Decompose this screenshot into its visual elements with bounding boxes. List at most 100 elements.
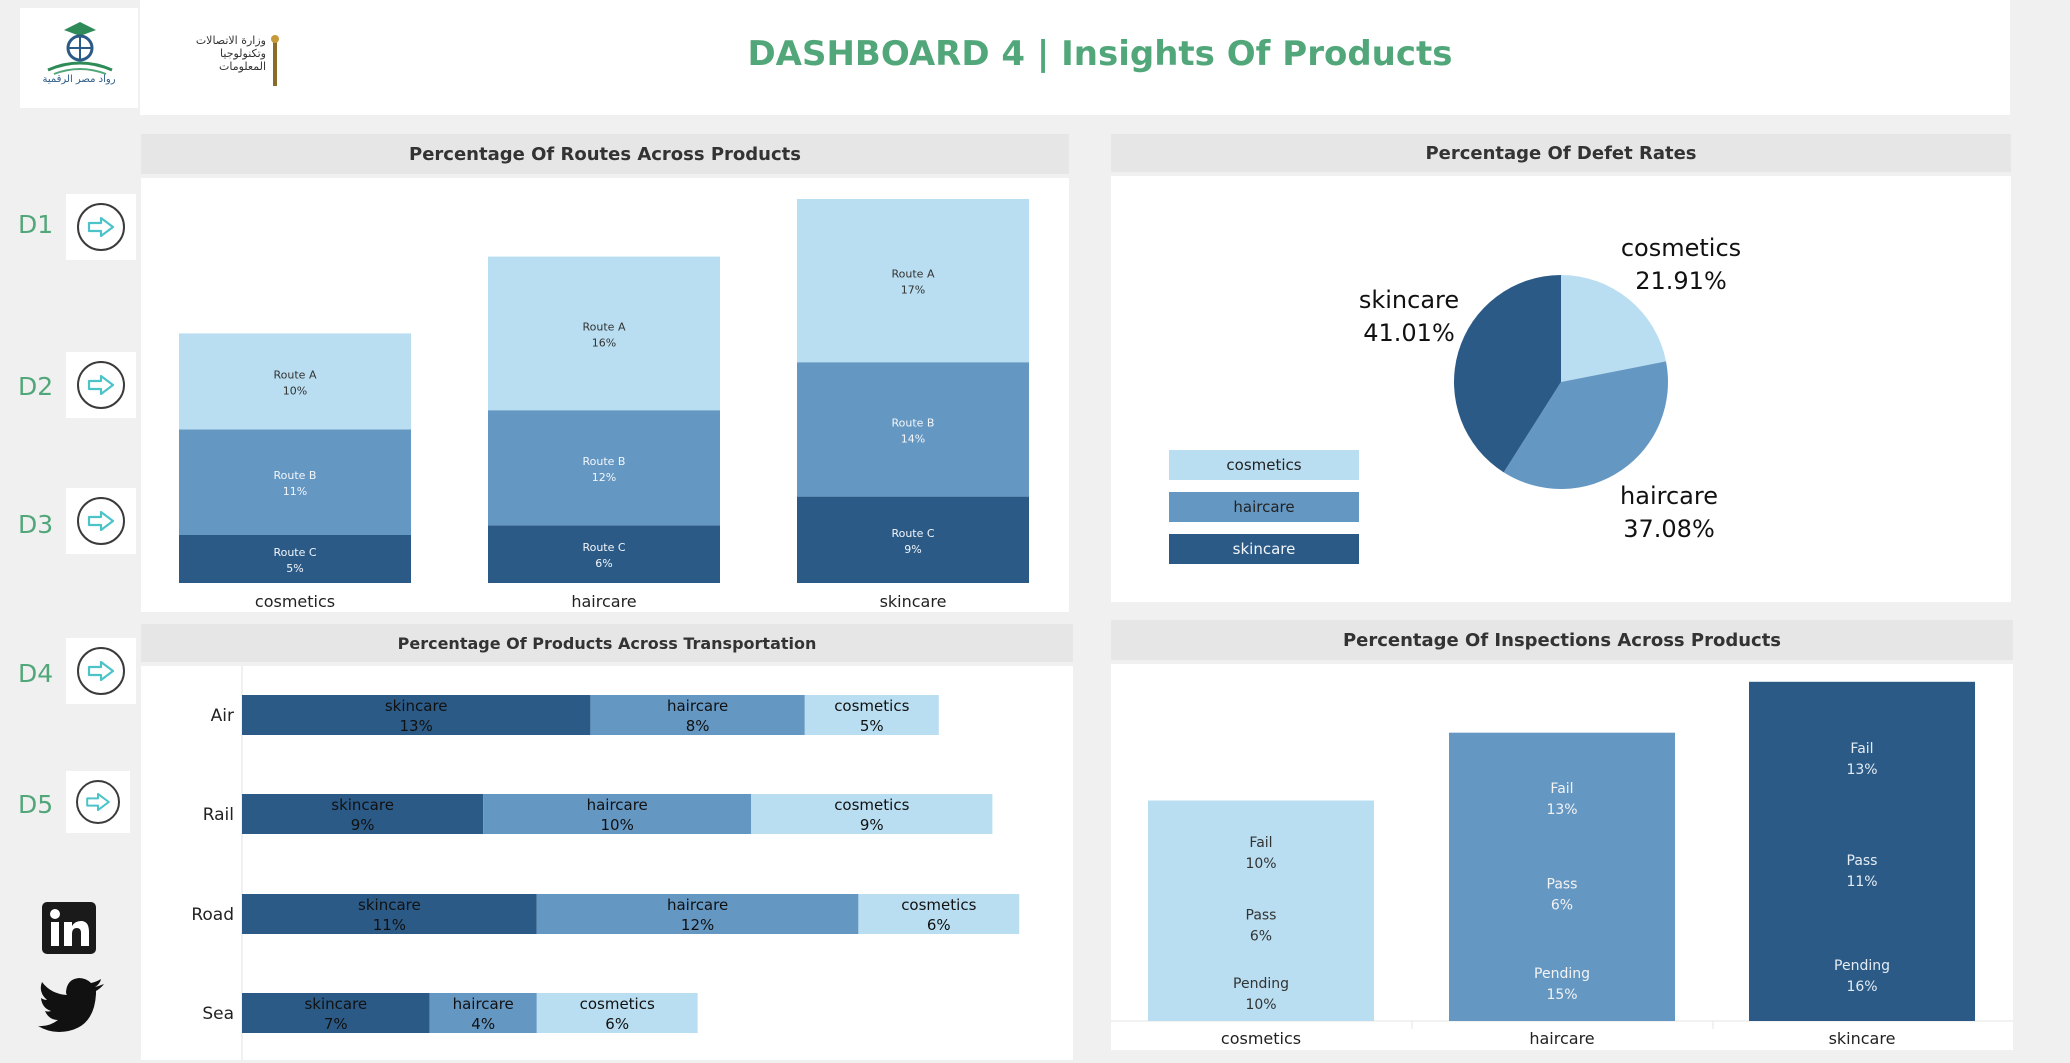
transport-segment-name: haircare: [453, 995, 514, 1013]
transport-chart-title: Percentage Of Products Across Transporta…: [141, 624, 1073, 662]
transport-segment-value: 7%: [324, 1015, 348, 1033]
inspection-chart-title: Percentage Of Inspections Across Product…: [1111, 620, 2013, 660]
inspection-chart: Fail 10% Pass 6% Pending 10% cosmetics Fail 13% P…: [1111, 681, 2013, 1048]
inspection-result-name: Pending: [1834, 958, 1890, 974]
route-segment-value: 17%: [901, 284, 925, 297]
transport-segment-name: haircare: [667, 697, 728, 715]
inspection-result-name: Pass: [1847, 853, 1878, 869]
route-segment-name: Route C: [273, 546, 316, 559]
route-category-label: cosmetics: [255, 592, 335, 611]
route-category-label: skincare: [880, 592, 947, 611]
arrow-right-icon: [87, 661, 115, 681]
inspection-result-name: Fail: [1249, 835, 1272, 851]
transport-mode-label: Sea: [202, 1004, 234, 1024]
arrow-right-icon: [87, 511, 115, 531]
route-segment-name: Route C: [891, 527, 934, 540]
pie-label-value: 41.01%: [1363, 319, 1455, 347]
route-segment-name: Route B: [274, 469, 317, 482]
inspection-result-name: Pass: [1547, 876, 1578, 892]
transport-segment-name: haircare: [667, 896, 728, 914]
academy-logo-icon: [47, 22, 113, 75]
twitter-icon[interactable]: [38, 976, 108, 1032]
nav-label-d1: D1: [18, 210, 54, 239]
defect-pie-chart: cosmetics 21.91% haircare 37.08% skincare 41.…: [1169, 234, 1741, 564]
transport-segment-value: 10%: [601, 816, 634, 834]
transport-segment-name: cosmetics: [834, 697, 909, 715]
route-segment-value: 11%: [283, 485, 307, 498]
inspection-result-name: Pass: [1246, 908, 1277, 924]
routes-chart-panel: Route C 5% Route B 11% Route A 10% cosmetics Ro…: [141, 178, 1069, 612]
inspection-result-name: Pending: [1233, 976, 1289, 992]
arrow-right-icon: [87, 217, 115, 237]
transport-segment-value: 6%: [605, 1015, 629, 1033]
nav-label-d3: D3: [18, 510, 54, 539]
inspection-result-name: Fail: [1850, 741, 1873, 757]
transport-segment-name: skincare: [331, 796, 394, 814]
nav-button-d5[interactable]: [66, 771, 130, 833]
ministry-logo: وزارة الاتصالات وتكنولوجيا المعلومات: [174, 34, 280, 90]
nav-label-d5: D5: [18, 790, 54, 819]
legend-label: haircare: [1233, 498, 1294, 516]
nav-button-d4[interactable]: [66, 638, 136, 704]
inspection-result-value: 13%: [1846, 762, 1877, 778]
inspection-result-name: Fail: [1550, 781, 1573, 797]
inspection-result-value: 6%: [1250, 929, 1272, 945]
inspection-result-name: Pending: [1534, 966, 1590, 982]
inspection-chart-panel: Fail 10% Pass 6% Pending 10% cosmetics Fail 13% P…: [1111, 664, 2013, 1050]
inspection-result-value: 15%: [1546, 987, 1577, 1003]
defect-chart-panel: cosmetics 21.91% haircare 37.08% skincare 41.…: [1111, 176, 2011, 602]
route-bar-cosmetics-route-c[interactable]: [179, 535, 411, 583]
route-category-label: haircare: [571, 592, 636, 611]
transport-segment-value: 9%: [860, 816, 884, 834]
route-segment-value: 9%: [904, 543, 921, 556]
transport-segment-value: 9%: [351, 816, 375, 834]
transport-segment-name: skincare: [385, 697, 448, 715]
transport-segment-value: 4%: [471, 1015, 495, 1033]
route-segment-value: 5%: [286, 562, 303, 575]
nav-button-d1[interactable]: [66, 194, 136, 260]
route-segment-value: 10%: [283, 384, 307, 397]
route-segment-name: Route A: [583, 320, 626, 333]
inspection-result-value: 16%: [1846, 979, 1877, 995]
page-title: DASHBOARD 4 | Insights Of Products: [747, 34, 1453, 74]
inspection-result-value: 11%: [1846, 874, 1877, 890]
arrow-right-icon: [86, 793, 110, 811]
pie-label-name: haircare: [1620, 482, 1718, 510]
routes-chart-title: Percentage Of Routes Across Products: [141, 134, 1069, 174]
routes-chart: Route C 5% Route B 11% Route A 10% cosmetics Ro…: [179, 199, 1029, 611]
inspection-category-label: haircare: [1529, 1029, 1594, 1048]
linkedin-icon[interactable]: [42, 902, 96, 954]
transport-segment-name: haircare: [587, 796, 648, 814]
pie-label-name: cosmetics: [1621, 234, 1741, 262]
inspection-result-value: 10%: [1245, 856, 1276, 872]
inspection-result-value: 10%: [1245, 997, 1276, 1013]
transport-mode-label: Air: [211, 706, 234, 726]
logo-caption: رواد مصر الرقمية: [42, 74, 116, 85]
legend-label: skincare: [1233, 540, 1296, 558]
transport-segment-value: 5%: [860, 717, 884, 735]
route-segment-name: Route A: [892, 268, 935, 281]
inspection-category-label: skincare: [1829, 1029, 1896, 1048]
ministry-emblem-icon: [271, 35, 279, 86]
transport-segment-name: cosmetics: [901, 896, 976, 914]
inspection-result-value: 6%: [1551, 897, 1573, 913]
transport-chart-panel: Air skincare 13% haircare 8% cosmetics 5% Rail s…: [141, 666, 1073, 1060]
transport-segment-value: 12%: [681, 916, 714, 934]
pie-label-value: 37.08%: [1623, 515, 1715, 543]
arrow-right-icon: [87, 375, 115, 395]
defect-chart-title: Percentage Of Defet Rates: [1111, 134, 2011, 172]
transport-segment-name: cosmetics: [580, 995, 655, 1013]
transport-segment-value: 8%: [686, 717, 710, 735]
nav-button-d2[interactable]: [66, 352, 136, 418]
route-segment-name: Route A: [274, 368, 317, 381]
inspection-result-value: 13%: [1546, 802, 1577, 818]
transport-segment-name: skincare: [358, 896, 421, 914]
route-segment-name: Route B: [892, 416, 935, 429]
transport-segment-name: skincare: [304, 995, 367, 1013]
pie-label-name: skincare: [1359, 286, 1459, 314]
nav-button-d3[interactable]: [66, 488, 136, 554]
transport-segment-name: cosmetics: [834, 796, 909, 814]
inspection-category-label: cosmetics: [1221, 1029, 1301, 1048]
transport-segment-value: 6%: [927, 916, 951, 934]
pie-label-value: 21.91%: [1635, 267, 1727, 295]
